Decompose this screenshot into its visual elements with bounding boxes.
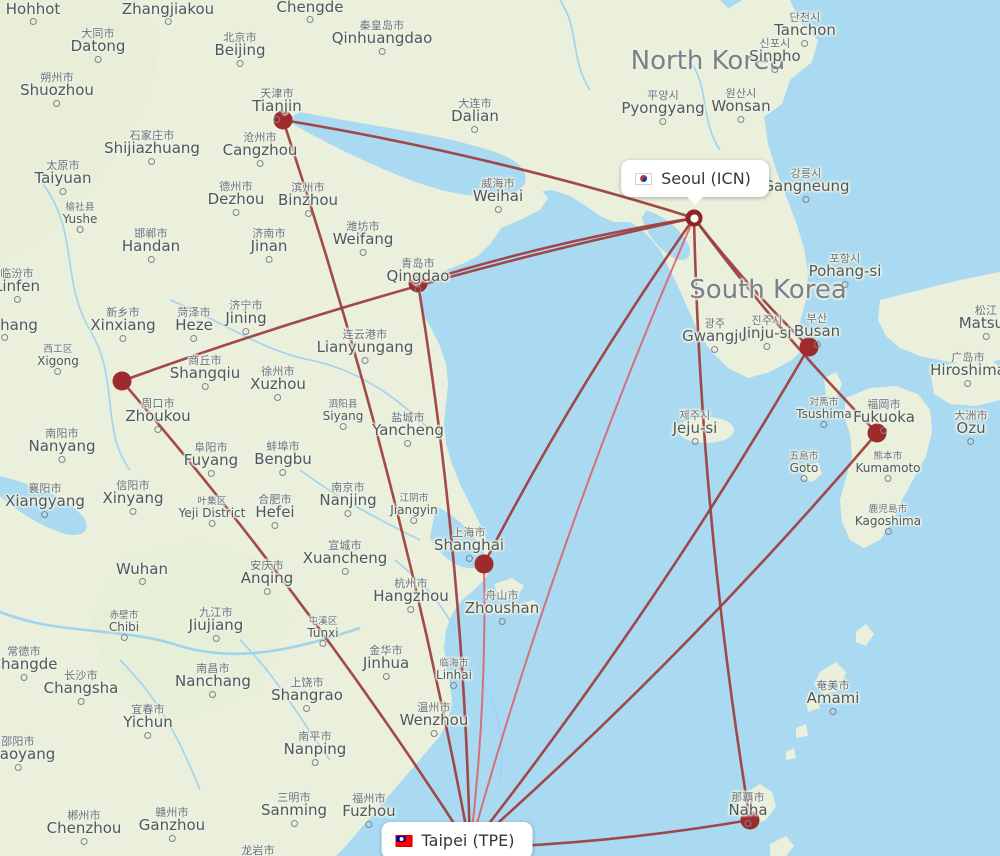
airport-marker-tao[interactable] xyxy=(408,273,428,293)
airport-marker-zho[interactable] xyxy=(112,371,132,391)
flight-route-map[interactable]: .land{fill:#eaf0dc;} .land2{fill:#e5edd4… xyxy=(0,0,1000,856)
airport-marker-tsn[interactable] xyxy=(273,110,293,130)
airport-marker-oka[interactable] xyxy=(740,810,760,830)
airport-marker-pvg[interactable] xyxy=(474,554,494,574)
airport-markers-layer[interactable] xyxy=(0,0,1000,856)
airport-marker-pus[interactable] xyxy=(799,337,819,357)
tooltip-taipei[interactable]: Taipei (TPE) xyxy=(381,822,533,856)
tw-flag-icon xyxy=(395,834,413,847)
kr-flag-icon xyxy=(635,172,653,185)
airport-marker-fuk[interactable] xyxy=(867,423,887,443)
tooltip-seoul[interactable]: Seoul (ICN) xyxy=(621,160,769,205)
airport-marker-icn[interactable] xyxy=(685,209,703,227)
tooltip-taipei-label: Taipei (TPE) xyxy=(421,831,515,850)
tooltip-tail xyxy=(686,196,704,205)
tooltip-seoul-label: Seoul (ICN) xyxy=(661,169,751,188)
